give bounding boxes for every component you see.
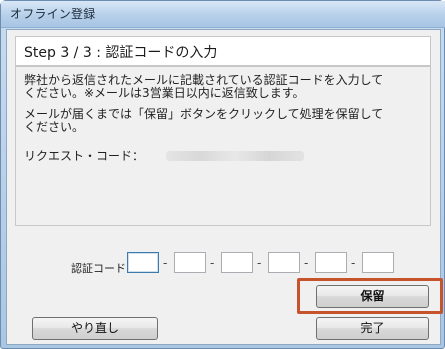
auth-code-field-4[interactable]: [268, 252, 300, 273]
auth-code-separator: -: [304, 256, 309, 270]
auth-code-field-3[interactable]: [221, 252, 253, 273]
hold-button[interactable]: 保留: [316, 285, 429, 308]
request-code-label: リクエスト・コード：: [24, 149, 145, 163]
instruction-text-2: メールが届くまでは「保留」ボタンをクリックして処理を保留して ください。: [24, 107, 384, 134]
auth-code-separator: -: [257, 256, 262, 270]
dialog-client-area: Step 3 / 3 : 認証コードの入力 弊社から返信されたメールに記載されて…: [6, 29, 443, 345]
request-code-value-redacted: [166, 151, 304, 161]
title-bar[interactable]: オフライン登録: [1, 1, 445, 28]
dialog-window: オフライン登録 Step 3 / 3 : 認証コードの入力 弊社から返信されたメ…: [0, 0, 445, 349]
auth-code-field-6[interactable]: [362, 252, 394, 273]
done-button[interactable]: 完了: [316, 317, 429, 340]
auth-code-separator: -: [210, 256, 215, 270]
auth-code-field-5[interactable]: [315, 252, 347, 273]
window-title: オフライン登録: [10, 7, 96, 21]
auth-code-field-2[interactable]: [174, 252, 206, 273]
auth-code-separator: -: [163, 256, 168, 270]
instruction-text-1: 弊社から返信されたメールに記載されている認証コードを入力して ください。※メール…: [24, 73, 384, 100]
auth-code-label: 認証コード: [71, 262, 126, 275]
instructions-panel: 弊社から返信されたメールに記載されている認証コードを入力して ください。※メール…: [15, 66, 431, 226]
auth-code-field-1[interactable]: [127, 252, 159, 273]
redo-button[interactable]: やり直し: [32, 317, 158, 340]
step-title: Step 3 / 3 : 認証コードの入力: [24, 45, 218, 61]
auth-code-separator: -: [351, 256, 356, 270]
step-header: Step 3 / 3 : 認証コードの入力: [15, 36, 431, 66]
